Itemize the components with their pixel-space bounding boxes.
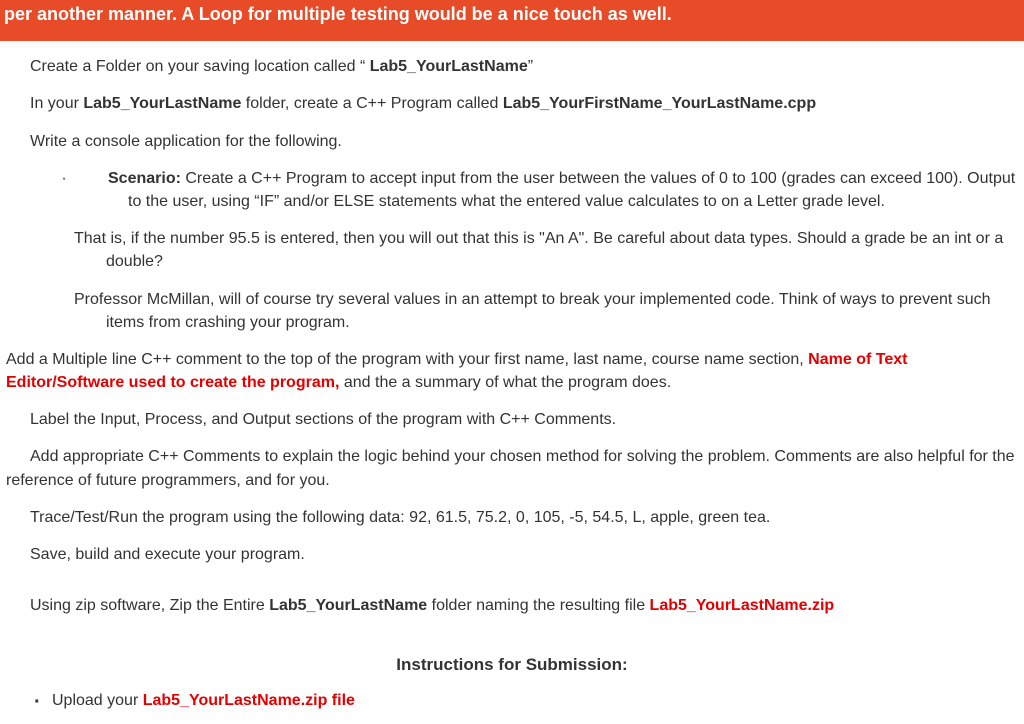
orange-banner: per another manner. A Loop for multiple … [0,0,1024,41]
para-label-sections: Label the Input, Process, and Output sec… [6,408,1018,431]
document-body: Create a Folder on your saving location … [0,55,1024,710]
text: and the a summary of what the program do… [339,374,671,391]
para-create-cpp: In your Lab5_YourLastName folder, create… [6,92,1018,115]
text: Using zip software, Zip the Entire [30,597,269,614]
text: Upload your [52,692,143,709]
para-professor: Professor McMillan, will of course try s… [6,288,1018,334]
submission-list: Upload your Lab5_YourLastName.zip file [34,692,1018,710]
upload-filename: Lab5_YourLastName.zip file [143,692,355,709]
text: Add a Multiple line C++ comment to the t… [6,351,808,368]
para-multiline-comment: Add a Multiple line C++ comment to the t… [6,348,1018,394]
para-scenario: ·Scenario: Create a C++ Program to accep… [6,167,1018,213]
folder-name: Lab5_YourLastName [370,58,528,75]
zip-filename: Lab5_YourLastName.zip [650,597,835,614]
instructions-heading: Instructions for Submission: [6,653,1018,678]
scenario-body: Create a C++ Program to accept input fro… [128,170,1015,210]
text: ” [528,58,533,75]
para-zip: Using zip software, Zip the Entire Lab5_… [6,594,1018,617]
text: folder naming the resulting file [427,597,649,614]
text: In your [30,95,83,112]
bullet-icon: · [74,167,108,190]
folder-name: Lab5_YourLastName [83,95,241,112]
para-create-folder: Create a Folder on your saving location … [6,55,1018,78]
list-item: Upload your Lab5_YourLastName.zip file [34,692,1018,710]
banner-text: per another manner. A Loop for multiple … [4,4,672,24]
para-trace-test: Trace/Test/Run the program using the fol… [6,506,1018,529]
text: folder, create a C++ Program called [241,95,502,112]
para-write-console: Write a console application for the foll… [6,130,1018,153]
cpp-filename: Lab5_YourFirstName_YourLastName.cpp [503,95,816,112]
folder-name: Lab5_YourLastName [269,597,427,614]
para-add-comments: Add appropriate C++ Comments to explain … [6,445,1018,491]
text: Create a Folder on your saving location … [30,58,370,75]
scenario-label: Scenario: [108,170,181,187]
para-that-is: That is, if the number 95.5 is entered, … [6,227,1018,273]
para-save-build: Save, build and execute your program. [6,543,1018,566]
